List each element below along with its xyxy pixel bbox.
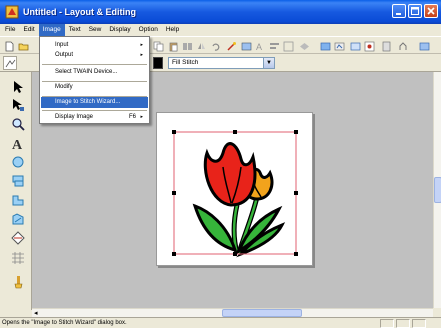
status-panel-2 xyxy=(396,319,410,328)
rectangle-shape-icon[interactable] xyxy=(9,172,26,189)
align-icon[interactable] xyxy=(268,40,280,52)
menu-item-image-to-stitch-wizard[interactable]: Image to Stitch Wizard... xyxy=(41,97,148,108)
svg-text:A: A xyxy=(256,42,262,52)
menu-item-display-image-label: Display Image xyxy=(55,114,94,120)
menu-bar: File Edit Image Text Sew Display Option … xyxy=(0,24,441,36)
submenu-arrow-icon: ▸ xyxy=(140,114,143,120)
outline-shape-icon[interactable] xyxy=(9,191,26,208)
circle-shape-icon[interactable] xyxy=(9,153,26,170)
stitch-direction-icon[interactable] xyxy=(3,56,17,70)
shortcut-text: F6 xyxy=(128,114,136,120)
brush-icon[interactable] xyxy=(9,273,26,290)
menu-item-input-label: Input xyxy=(55,42,69,48)
hoop-icon[interactable] xyxy=(397,40,409,52)
svg-text:A: A xyxy=(12,138,23,150)
menu-file[interactable]: File xyxy=(1,24,19,36)
select-arrow-icon[interactable] xyxy=(9,78,26,95)
menu-item-wizard-label: Image to Stitch Wizard... xyxy=(55,99,121,105)
write-card-icon[interactable] xyxy=(380,40,392,52)
menu-edit[interactable]: Edit xyxy=(19,24,38,36)
help-icon[interactable] xyxy=(418,40,430,52)
vertical-scroll-thumb[interactable] xyxy=(434,177,441,203)
open-folder-icon[interactable] xyxy=(17,40,29,52)
menu-option[interactable]: Option xyxy=(135,24,162,36)
design-property-icon[interactable] xyxy=(349,40,361,52)
menu-item-output-label: Output xyxy=(55,52,74,58)
wizard-icon[interactable] xyxy=(225,40,237,52)
undo-icon[interactable] xyxy=(209,40,221,52)
vertical-scrollbar[interactable] xyxy=(433,72,441,308)
selection-frame[interactable] xyxy=(157,113,312,265)
flip-icon[interactable] xyxy=(195,40,207,52)
status-panel-1 xyxy=(380,319,394,328)
stitch-type-value: Fill Stitch xyxy=(172,59,199,66)
title-bar: Untitled - Layout & Editing xyxy=(0,0,441,24)
menu-item-modify[interactable]: Modify xyxy=(41,82,148,93)
maximize-button[interactable] xyxy=(408,4,422,18)
minimize-button[interactable] xyxy=(392,4,406,18)
scroll-left-icon[interactable]: ◂ xyxy=(34,309,38,317)
preview-icon[interactable] xyxy=(319,40,331,52)
text-tool-icon[interactable]: A xyxy=(254,40,266,52)
status-panel-3 xyxy=(412,319,426,328)
group-icon[interactable] xyxy=(181,40,193,52)
tool-palette: A xyxy=(0,72,32,310)
image-menu-dropdown: Input ▸ Output ▸ Select TWAIN Device... … xyxy=(39,36,150,124)
copy-icon[interactable] xyxy=(152,40,164,52)
paste-icon[interactable] xyxy=(167,40,179,52)
horizontal-scroll-thumb[interactable] xyxy=(222,309,302,317)
menu-sew[interactable]: Sew xyxy=(85,24,106,36)
submenu-arrow-icon: ▸ xyxy=(140,52,143,58)
close-button[interactable] xyxy=(424,4,438,18)
new-file-icon[interactable] xyxy=(3,40,15,52)
window-title: Untitled - Layout & Editing xyxy=(23,7,136,17)
menu-display[interactable]: Display xyxy=(105,24,134,36)
app-icon[interactable] xyxy=(5,5,19,19)
stitch-pattern-icon[interactable] xyxy=(9,249,26,266)
menu-text[interactable]: Text xyxy=(65,24,85,36)
menu-item-select-twain-label: Select TWAIN Device... xyxy=(55,69,118,75)
status-bar: Opens the "Image to Stitch Wizard" dialo… xyxy=(0,317,441,328)
design-page[interactable] xyxy=(156,112,313,266)
menu-item-modify-label: Modify xyxy=(55,84,73,90)
stitch-shape-icon[interactable] xyxy=(9,210,26,227)
menu-item-display-image[interactable]: Display Image F6 ▸ xyxy=(41,112,148,123)
layout-icon[interactable] xyxy=(282,40,294,52)
thread-color-swatch[interactable] xyxy=(153,57,163,69)
view-icon[interactable] xyxy=(298,40,310,52)
menu-help[interactable]: Help xyxy=(162,24,183,36)
stitch-type-select[interactable]: Fill Stitch ▼ xyxy=(168,57,275,69)
import-icon[interactable] xyxy=(240,40,252,52)
menu-image[interactable]: Image xyxy=(38,24,65,36)
point-edit-icon[interactable] xyxy=(9,96,26,113)
zoom-icon[interactable] xyxy=(9,115,26,132)
status-text: Opens the "Image to Stitch Wizard" dialo… xyxy=(2,320,127,326)
menu-separator xyxy=(42,110,147,111)
realistic-preview-icon[interactable] xyxy=(333,40,345,52)
menu-separator xyxy=(42,64,147,65)
horizontal-scrollbar[interactable]: ◂ xyxy=(32,308,433,317)
manual-punch-icon[interactable] xyxy=(9,229,26,246)
chevron-down-icon[interactable]: ▼ xyxy=(263,58,274,68)
menu-item-output[interactable]: Output ▸ xyxy=(41,50,148,61)
menu-item-select-twain[interactable]: Select TWAIN Device... xyxy=(41,67,148,78)
sew-order-icon[interactable] xyxy=(363,40,375,52)
text-icon[interactable]: A xyxy=(9,134,26,151)
